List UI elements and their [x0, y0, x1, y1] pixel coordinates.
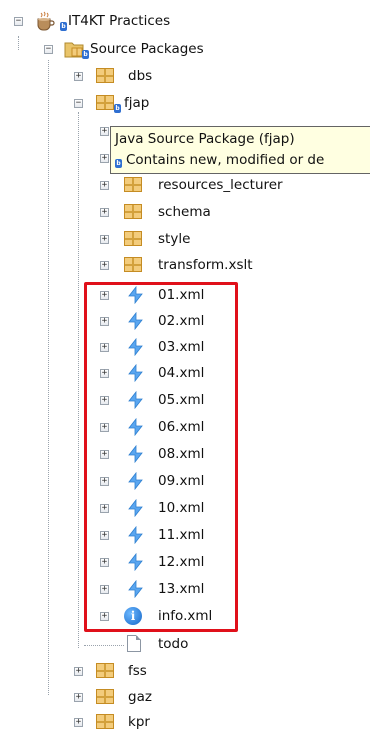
package-label: schema — [158, 204, 211, 220]
tooltip-title: Java Source Package (fjap) — [115, 131, 295, 147]
expand-toggle[interactable]: + — [100, 208, 109, 217]
coffee-cup-project-icon — [34, 10, 56, 32]
package-node-dbs[interactable]: + dbs — [0, 63, 370, 89]
package-tooltip: Java Source Package (fjap) b Contains new… — [110, 126, 370, 174]
package-node-schema[interactable]: + schema — [0, 199, 370, 225]
expand-toggle[interactable]: + — [100, 261, 109, 270]
source-folder-icon — [64, 39, 84, 59]
tree-row-hidden[interactable]: + — [0, 118, 110, 144]
text-file-icon — [127, 635, 141, 652]
package-icon — [96, 689, 114, 704]
package-icon — [96, 68, 114, 83]
expand-toggle[interactable]: + — [74, 693, 83, 702]
project-label: IT4KT Practices — [68, 13, 171, 29]
package-icon — [124, 231, 142, 246]
package-node-style[interactable]: + style — [0, 226, 370, 252]
modified-badge-icon: b — [60, 22, 67, 31]
collapse-toggle[interactable]: − — [44, 45, 53, 54]
expand-toggle[interactable]: + — [74, 72, 83, 81]
todo-file-node[interactable]: todo — [0, 631, 250, 657]
package-node-resources-lecturer[interactable]: + resources_lecturer — [0, 172, 370, 198]
package-label: gaz — [128, 689, 152, 705]
package-label: kpr — [128, 714, 150, 730]
file-label: todo — [158, 636, 189, 652]
package-icon — [96, 663, 114, 678]
package-label: fjap — [124, 95, 150, 111]
collapse-toggle[interactable]: − — [74, 99, 83, 108]
package-icon — [124, 204, 142, 219]
package-node-gaz[interactable]: + gaz — [0, 684, 370, 710]
expand-toggle[interactable]: + — [74, 718, 83, 727]
package-label: style — [158, 231, 191, 247]
expand-toggle[interactable]: + — [100, 181, 109, 190]
expand-toggle[interactable]: + — [74, 667, 83, 676]
package-icon — [124, 257, 142, 272]
package-icon — [96, 95, 114, 110]
package-node-fss[interactable]: + fss — [0, 658, 370, 684]
source-packages-node[interactable]: − b Source Packages — [0, 36, 370, 62]
expand-toggle[interactable]: + — [100, 154, 109, 163]
package-node-transform-xslt[interactable]: + transform.xslt — [0, 252, 370, 278]
tree-row-hidden[interactable]: + — [0, 145, 110, 171]
expand-toggle[interactable]: + — [100, 235, 109, 244]
package-label: transform.xslt — [158, 257, 253, 273]
modified-badge-icon: b — [114, 104, 121, 113]
package-node-fjap[interactable]: − b fjap — [0, 90, 370, 116]
package-icon — [124, 177, 142, 192]
modified-badge-icon: b — [82, 50, 89, 59]
package-label: resources_lecturer — [158, 177, 283, 193]
modified-badge-icon: b — [115, 159, 122, 168]
package-label: fss — [128, 663, 147, 679]
tooltip-status: Contains new, modified or de — [126, 152, 325, 168]
project-node[interactable]: − b IT4KT Practices — [0, 8, 370, 34]
highlight-box — [84, 282, 238, 632]
expand-toggle[interactable]: + — [100, 127, 109, 136]
collapse-toggle[interactable]: − — [14, 17, 23, 26]
tooltip-status-line: b Contains new, modified or de — [115, 150, 370, 171]
package-label: dbs — [128, 68, 153, 84]
package-node-kpr[interactable]: + kpr — [0, 709, 370, 735]
package-icon — [96, 714, 114, 729]
source-packages-label: Source Packages — [90, 41, 204, 57]
